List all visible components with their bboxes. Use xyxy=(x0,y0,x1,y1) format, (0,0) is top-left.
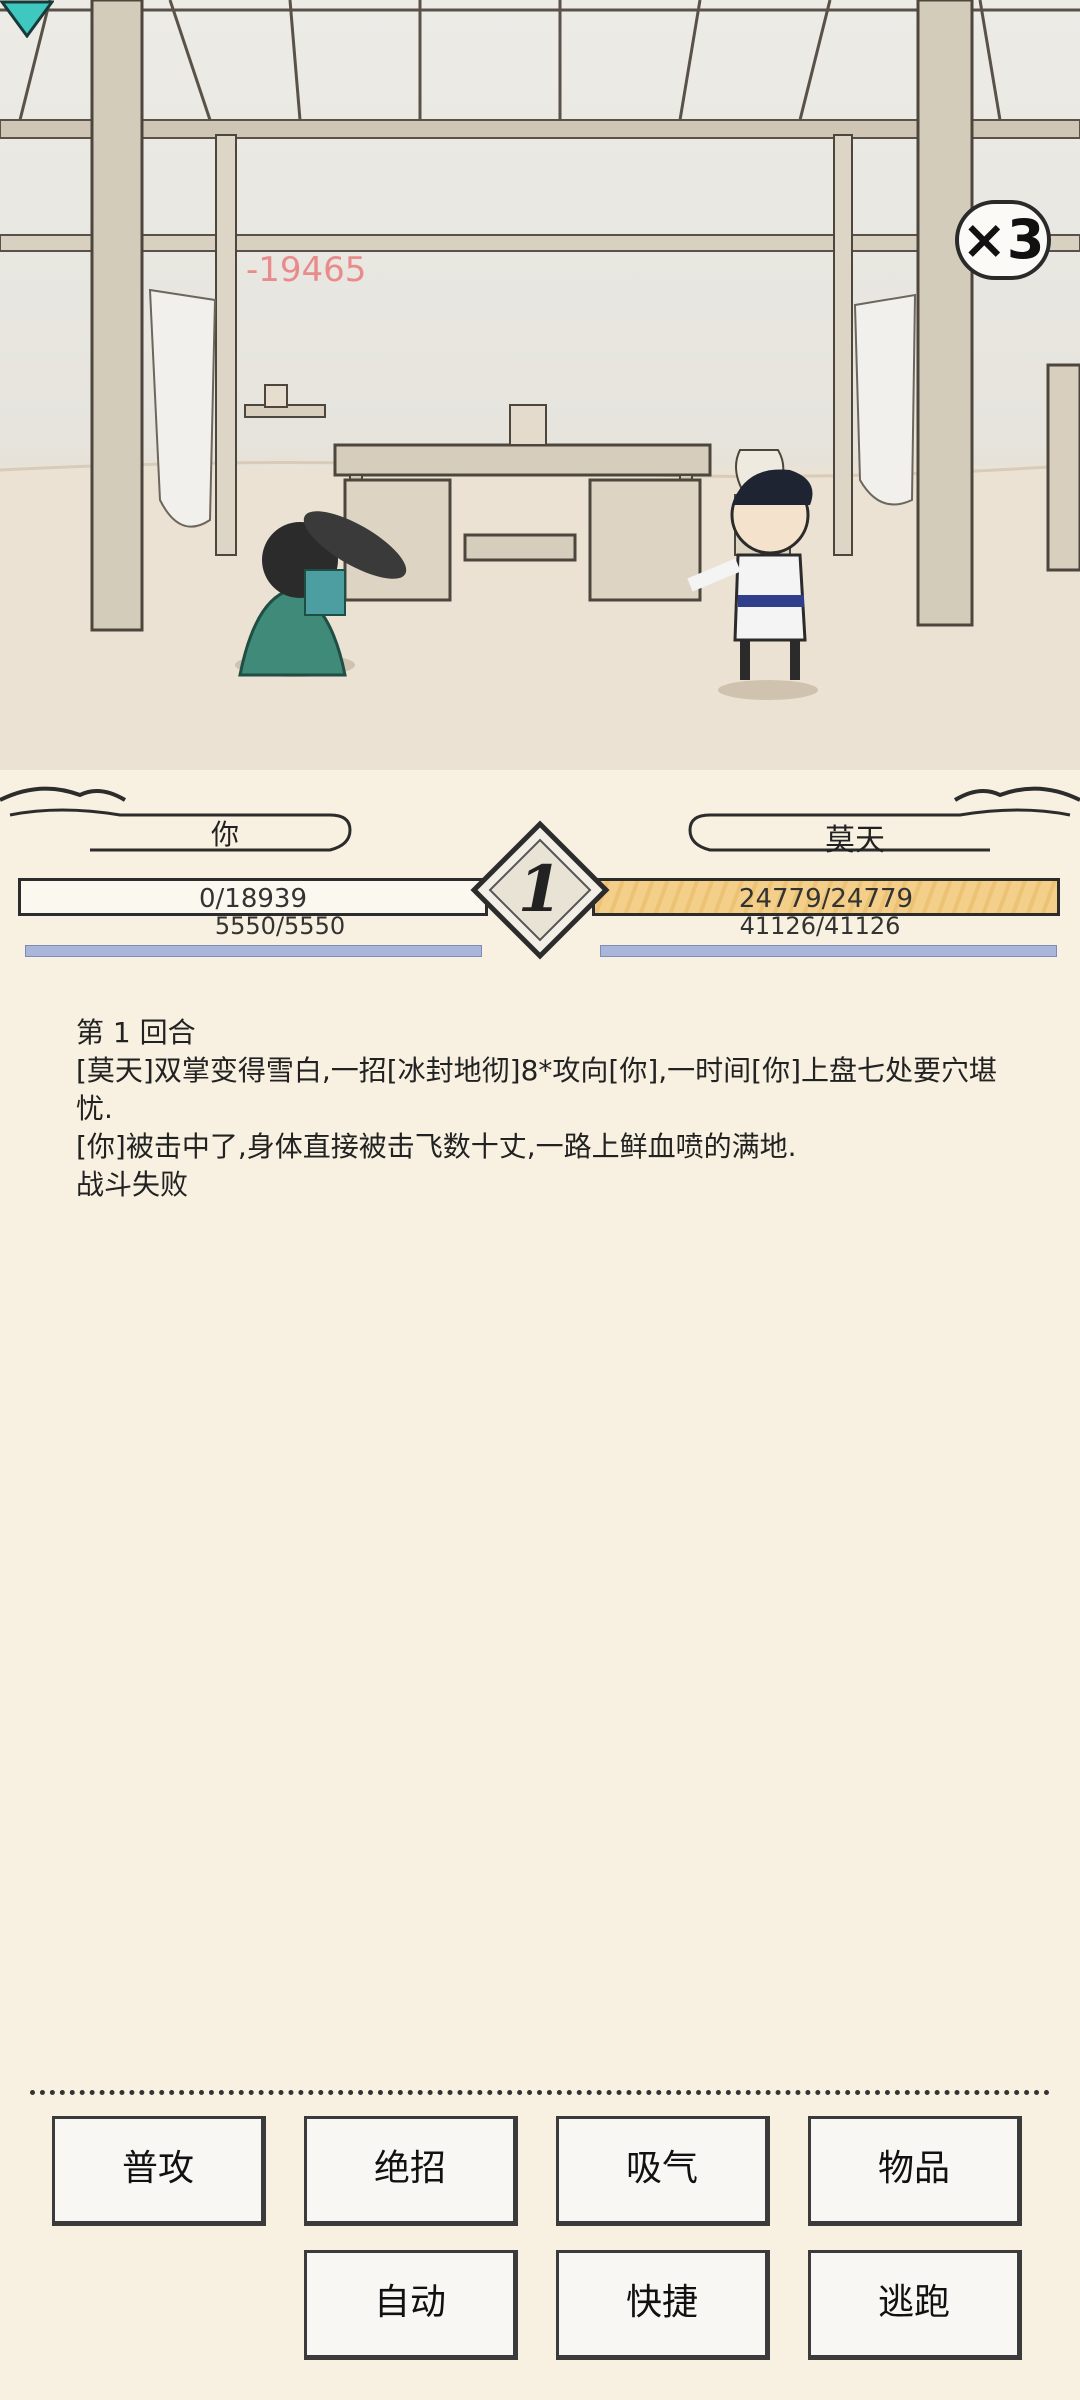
round-number: 1 xyxy=(517,852,563,927)
target-marker-icon xyxy=(0,0,54,38)
enemy-hp-text: 24779/24779 xyxy=(738,884,914,914)
player-hp-text: 0/18939 xyxy=(198,884,307,914)
enemy-mp-text: 41126/41126 xyxy=(739,912,901,940)
battle-log: 第 1 回合 [莫天]双掌变得雪白,一招[冰封地彻]8*攻向[你],一时间[你]… xyxy=(76,1014,1016,1204)
player-name: 你 xyxy=(210,818,239,851)
damage-popup: -19465 xyxy=(246,250,367,290)
log-line: [莫天]双掌变得雪白,一招[冰封地彻]8*攻向[你],一时间[你]上盘七处要穴堪… xyxy=(76,1054,998,1125)
breathe-button[interactable]: 吸气 xyxy=(556,2116,770,2226)
items-button[interactable]: 物品 xyxy=(808,2116,1022,2226)
player-hp-bar: 0/18939 xyxy=(18,878,488,916)
speed-multiplier-button[interactable]: ×3 xyxy=(955,200,1051,280)
battle-scene: -19465 ×3 xyxy=(0,0,1080,800)
flee-button[interactable]: 逃跑 xyxy=(808,2250,1022,2360)
enemy-mp-bar xyxy=(600,945,1057,957)
ultimate-button[interactable]: 绝招 xyxy=(304,2116,518,2226)
log-line: 第 1 回合 xyxy=(76,1016,196,1049)
shortcut-button[interactable]: 快捷 xyxy=(556,2250,770,2360)
auto-button[interactable]: 自动 xyxy=(304,2250,518,2360)
enemy-name: 莫天 xyxy=(825,823,885,858)
battle-background xyxy=(0,0,1080,800)
player-mp-bar xyxy=(25,945,482,957)
player-mp-text: 5550/5550 xyxy=(214,912,346,940)
action-divider xyxy=(30,2090,1050,2095)
enemy-hp-bar: 24779/24779 xyxy=(592,878,1060,916)
attack-button[interactable]: 普攻 xyxy=(52,2116,266,2226)
log-line: 战斗失败 xyxy=(76,1168,189,1201)
log-line: [你]被击中了,身体直接被击飞数十丈,一路上鲜血喷的满地. xyxy=(76,1130,797,1163)
